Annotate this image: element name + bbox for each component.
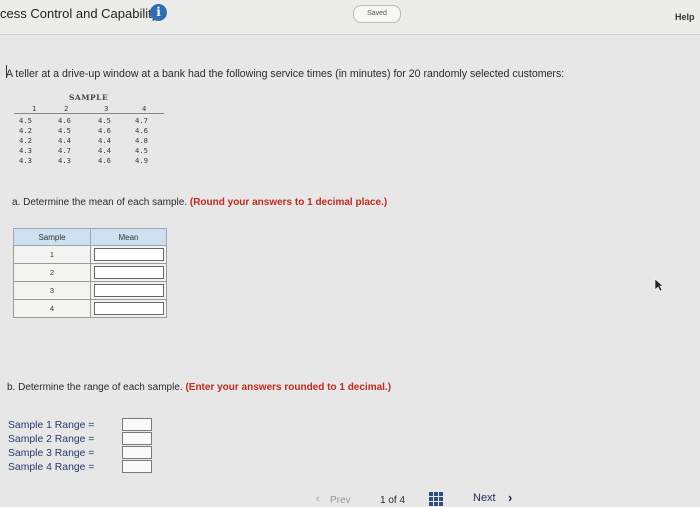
- table-row: 2: [13, 263, 167, 282]
- mean-answer-table: Sample Mean 1 2 3 4: [13, 228, 167, 318]
- table-row: 3: [13, 281, 167, 300]
- mean-input[interactable]: [93, 266, 164, 279]
- help-link[interactable]: Help: [675, 12, 695, 22]
- sample-col-4: 4: [142, 104, 147, 113]
- sample-cell: 4.2: [19, 136, 32, 145]
- mean-input[interactable]: [93, 302, 164, 315]
- sample-col-2: 2: [64, 104, 69, 113]
- sample-number: 4: [13, 299, 91, 318]
- next-button[interactable]: Next: [473, 492, 496, 504]
- mean-input[interactable]: [93, 284, 164, 297]
- sample-4-range-label: Sample 4 Range =: [8, 462, 95, 473]
- mouse-pointer-icon: [654, 278, 664, 292]
- column-header-sample: Sample: [13, 228, 91, 246]
- sample-cell: 4.8: [135, 136, 148, 145]
- sample-cell: 4.6: [98, 156, 111, 165]
- sample-cell: 4.5: [19, 116, 32, 125]
- sample-header: SAMPLE: [69, 93, 109, 102]
- sample-cell: 4.6: [98, 126, 111, 135]
- sample-cell: 4.3: [58, 156, 71, 165]
- sample-number: 3: [13, 281, 91, 300]
- sample-cell: 4.9: [135, 156, 148, 165]
- pagination-footer: ‹ Prev 1 of 4 Next ›: [0, 485, 700, 507]
- info-icon[interactable]: i: [150, 4, 167, 21]
- sample-divider: [14, 113, 164, 114]
- grid-icon[interactable]: [429, 492, 443, 506]
- sample-cell: 4.5: [58, 126, 71, 135]
- sample-cell: 4.3: [19, 146, 32, 155]
- sample-3-range-input[interactable]: [122, 446, 152, 459]
- mean-input-cell[interactable]: [90, 263, 167, 282]
- sample-cell: 4.7: [135, 116, 148, 125]
- sample-number: 1: [13, 245, 91, 264]
- sample-3-range-label: Sample 3 Range =: [8, 448, 95, 459]
- sample-4-range-input[interactable]: [122, 460, 152, 473]
- sample-1-range-label: Sample 1 Range =: [8, 420, 95, 431]
- saved-status-badge: Saved: [353, 5, 401, 23]
- chevron-right-icon[interactable]: ›: [508, 490, 512, 505]
- part-b-instruction: (Enter your answers rounded to 1 decimal…: [185, 382, 392, 393]
- part-a-instruction: (Round your answers to 1 decimal place.): [189, 197, 388, 208]
- sample-cell: 4.7: [58, 146, 71, 155]
- part-b-question: b. Determine the range of each sample. (…: [7, 382, 391, 393]
- top-bar: cess Control and Capability i Saved Help: [0, 0, 700, 35]
- sample-cell: 4.5: [135, 146, 148, 155]
- column-header-mean: Mean: [90, 228, 167, 246]
- table-header-row: Sample Mean: [13, 228, 167, 246]
- mean-input-cell[interactable]: [90, 299, 167, 318]
- sample-col-3: 3: [104, 104, 109, 113]
- sample-cell: 4.3: [19, 156, 32, 165]
- page-title: cess Control and Capability: [0, 6, 159, 21]
- sample-cell: 4.5: [98, 116, 111, 125]
- sample-cell: 4.4: [98, 136, 111, 145]
- table-row: 4: [13, 299, 167, 318]
- mean-input-cell[interactable]: [90, 245, 167, 264]
- part-a-prefix: a. Determine the mean of each sample.: [12, 197, 188, 208]
- sample-1-range-input[interactable]: [122, 418, 152, 431]
- sample-cell: 4.4: [58, 136, 71, 145]
- sample-number: 2: [13, 263, 91, 282]
- sample-col-1: 1: [32, 104, 37, 113]
- sample-2-range-input[interactable]: [122, 432, 152, 445]
- sample-cell: 4.6: [58, 116, 71, 125]
- page-indicator: 1 of 4: [380, 495, 406, 506]
- sample-2-range-label: Sample 2 Range =: [8, 434, 95, 445]
- chevron-left-icon[interactable]: ‹: [316, 493, 320, 505]
- sample-cell: 4.2: [19, 126, 32, 135]
- part-b-prefix: b. Determine the range of each sample.: [7, 382, 183, 393]
- part-a-question: a. Determine the mean of each sample. (R…: [12, 197, 387, 208]
- sample-cell: 4.4: [98, 146, 111, 155]
- table-row: 1: [13, 245, 167, 264]
- mean-input-cell[interactable]: [90, 281, 167, 300]
- sample-cell: 4.6: [135, 126, 148, 135]
- problem-prompt: A teller at a drive-up window at a bank …: [6, 68, 565, 80]
- mean-input[interactable]: [93, 248, 164, 261]
- prev-button[interactable]: Prev: [330, 495, 351, 506]
